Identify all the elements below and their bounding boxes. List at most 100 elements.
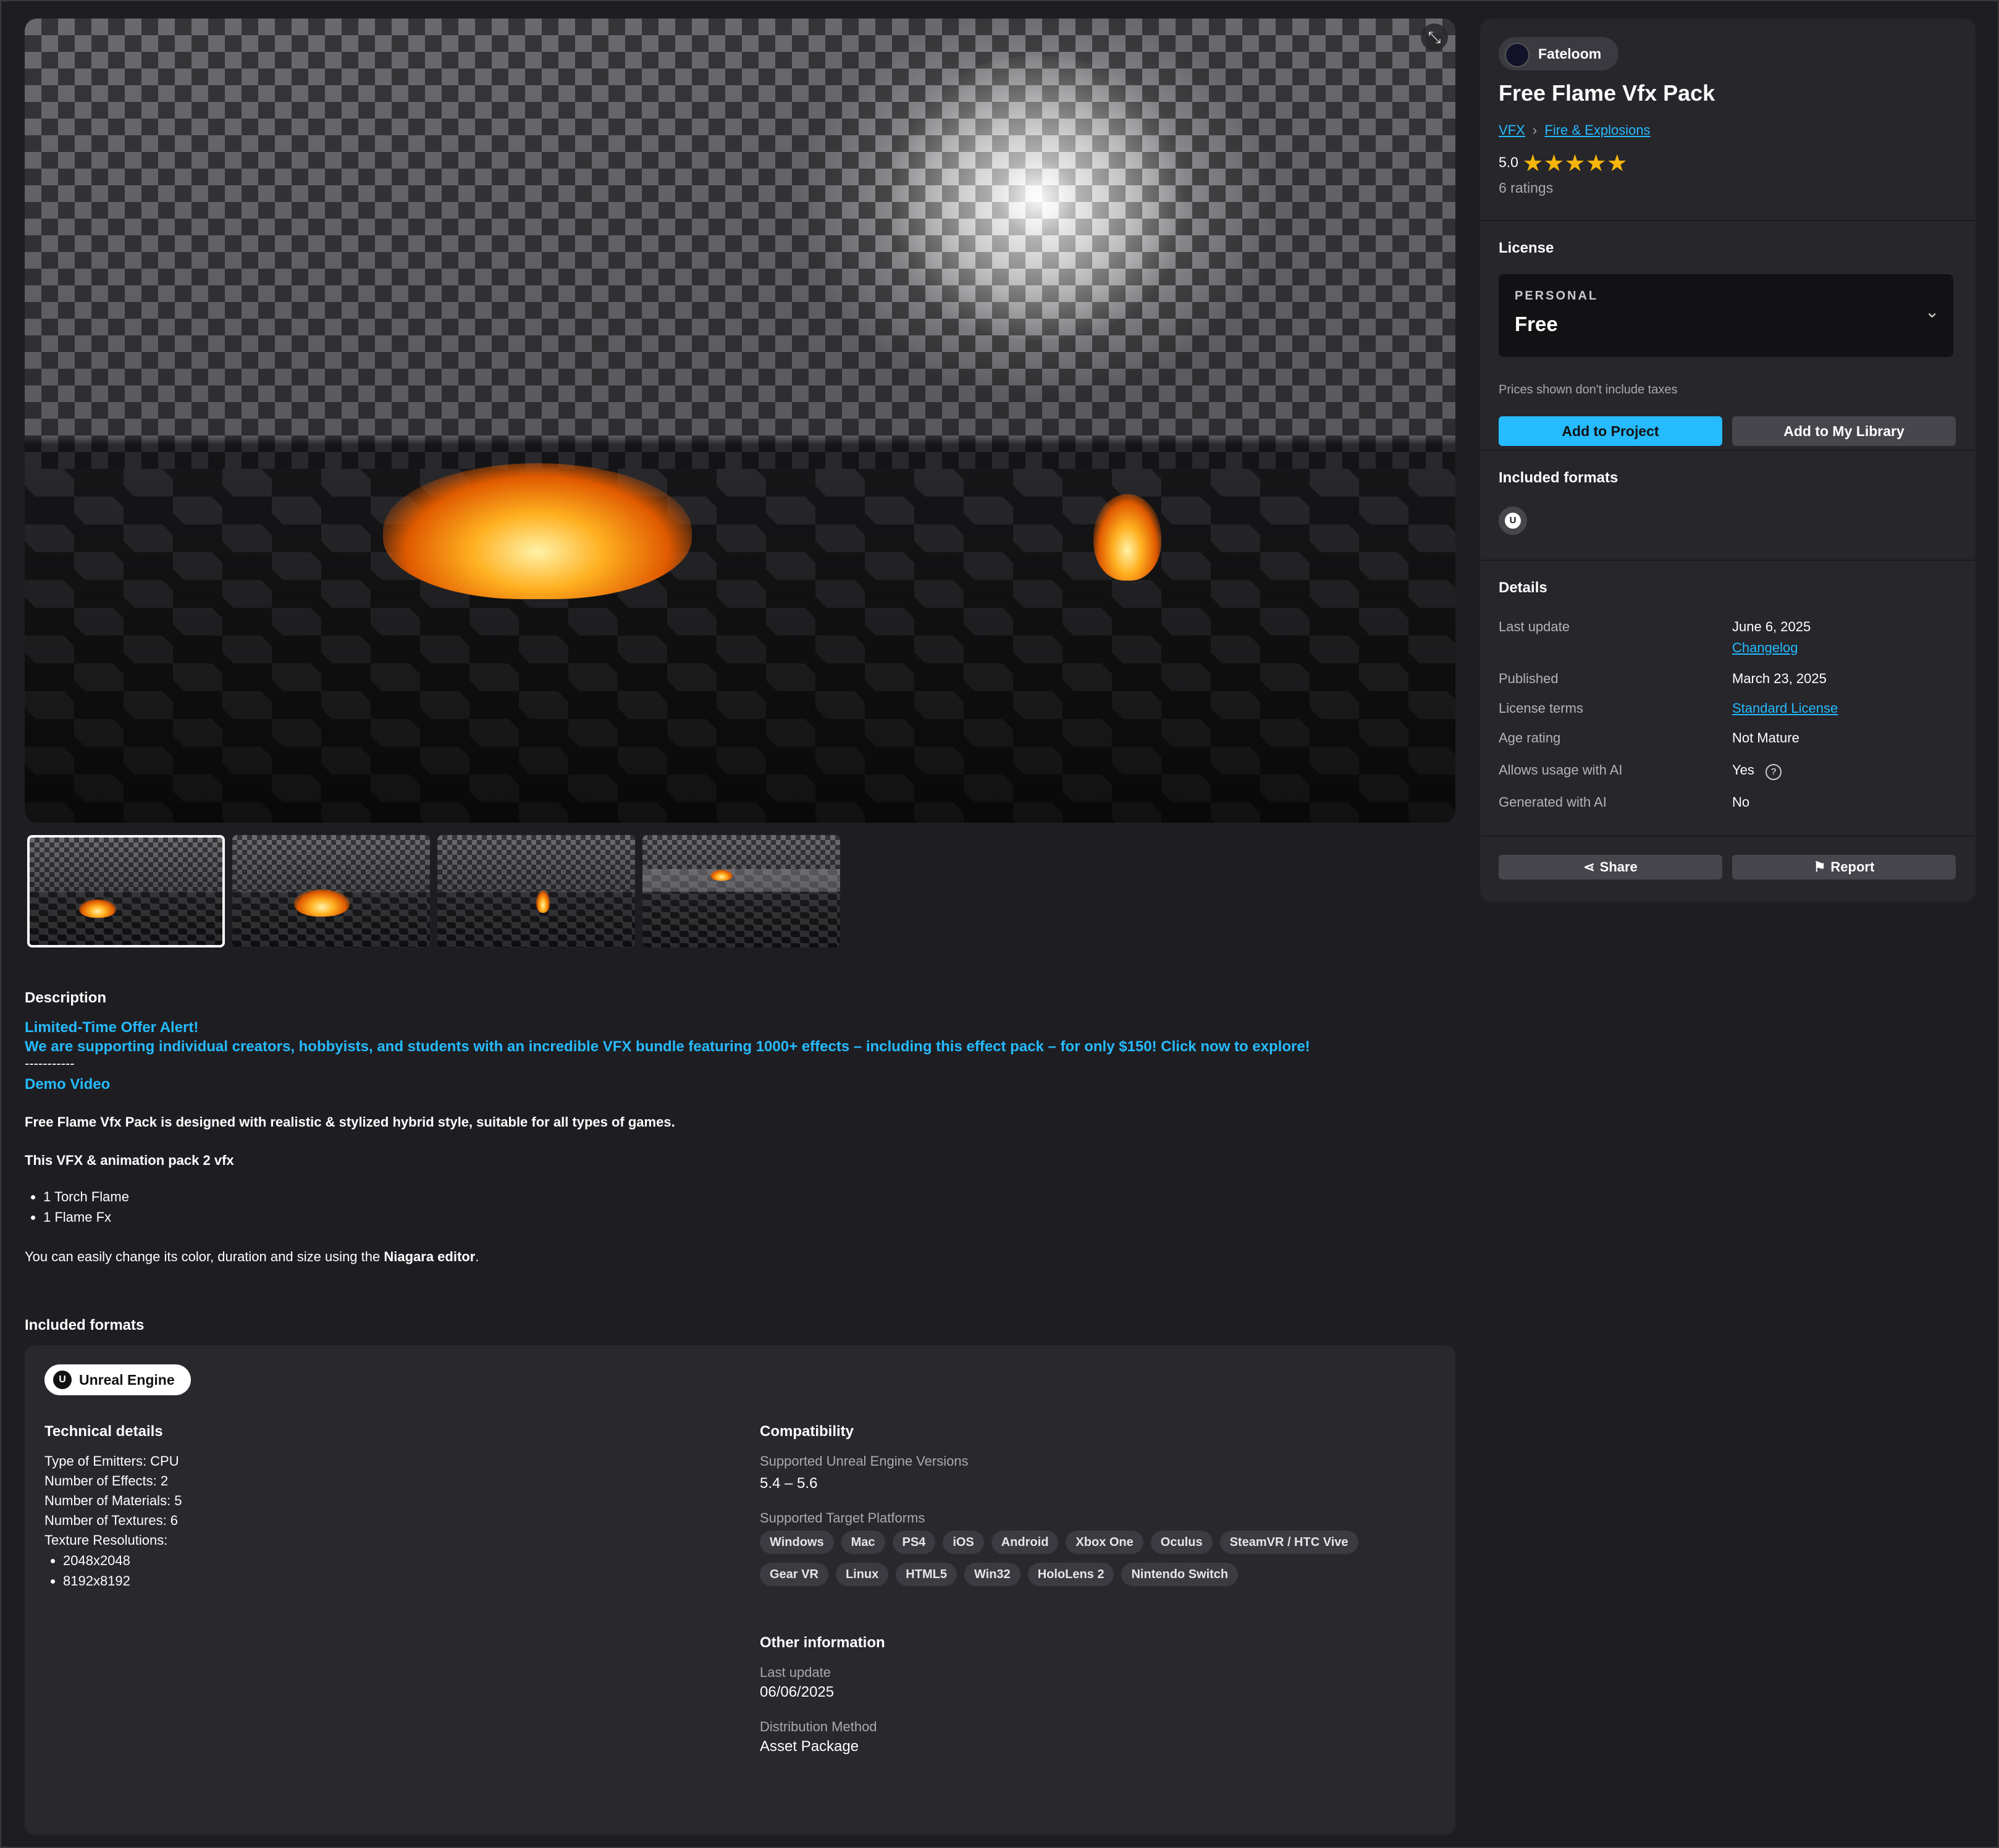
engine-label: Unreal Engine <box>79 1372 175 1388</box>
platform-tag: Oculus <box>1150 1531 1213 1554</box>
changelog-link-text[interactable]: Changelog <box>1732 640 1798 655</box>
thumbnail-wall <box>642 835 840 869</box>
thumbnail-2[interactable] <box>232 835 430 947</box>
thumbnail-3[interactable] <box>437 835 635 947</box>
editor-line: You can easily change its color, duratio… <box>25 1247 1446 1267</box>
compatibility-heading: Compatibility <box>760 1423 854 1440</box>
divider-text: ----------- <box>25 1056 75 1071</box>
detail-value-age-rating: Not Mature <box>1732 730 1799 746</box>
thumbnail-1[interactable] <box>27 835 225 947</box>
detail-label-generated-ai: Generated with AI <box>1499 794 1607 810</box>
side-formats-heading: Included formats <box>1499 469 1618 486</box>
platform-tag: Windows <box>760 1531 834 1554</box>
editor-name: Niagara editor <box>384 1249 476 1264</box>
platform-tag: Mac <box>841 1531 885 1554</box>
tech-line: Type of Emitters: CPU <box>44 1453 179 1469</box>
checker-floor <box>25 469 1455 823</box>
seller-name: Fateloom <box>1538 46 1602 62</box>
tax-note: Prices shown don't include taxes <box>1499 383 1678 397</box>
thumbnail-floor <box>30 891 222 945</box>
unreal-engine-tab[interactable]: U Unreal Engine <box>44 1364 191 1395</box>
thumbnail-4[interactable] <box>642 835 840 947</box>
star-icon: ★ <box>1543 151 1565 177</box>
details-heading: Details <box>1499 579 1547 596</box>
star-icon: ★ <box>1564 151 1586 177</box>
expand-icon[interactable]: ⤡ <box>1421 23 1448 51</box>
ai-usage-value: Yes <box>1732 762 1754 778</box>
offer-text-link[interactable]: We are supporting individual creators, h… <box>25 1037 1446 1056</box>
platform-tag: Linux <box>835 1563 889 1586</box>
thumbnail-wall <box>437 835 635 891</box>
torch-flame-effect <box>1093 494 1161 581</box>
tech-line: Number of Materials: 5 <box>44 1493 182 1508</box>
tech-line: Number of Textures: 6 <box>44 1513 179 1528</box>
product-page: ⤡ Description Limited-Time Offer Alert! … <box>0 0 1999 1848</box>
platform-tag: Android <box>991 1531 1059 1554</box>
detail-value-published: March 23, 2025 <box>1732 671 1827 686</box>
list-item: 8192x8192 <box>63 1571 724 1591</box>
description-heading: Description <box>25 989 107 1006</box>
included-formats-side: Included formats U <box>1480 450 1976 562</box>
detail-label-ai-usage: Allows usage with AI <box>1499 762 1623 778</box>
add-to-library-button[interactable]: Add to My Library <box>1732 416 1956 446</box>
detail-label-last-update: Last update <box>1499 619 1570 634</box>
distribution-value: Asset Package <box>760 1738 859 1755</box>
technical-heading: Technical details <box>44 1423 163 1440</box>
intro-text: Free Flame Vfx Pack is designed with rea… <box>25 1114 675 1130</box>
list-item: 1 Flame Fx <box>43 1207 1446 1227</box>
details-section: Details Last update June 6, 2025 Changel… <box>1480 560 1976 851</box>
detail-label-age-rating: Age rating <box>1499 730 1561 746</box>
platform-tag: HTML5 <box>896 1563 957 1586</box>
versions-value: 5.4 – 5.6 <box>760 1475 818 1492</box>
technical-details: Technical details Type of Emitters: CPU … <box>44 1423 724 1591</box>
license-heading: License <box>1499 240 1554 256</box>
license-select[interactable]: PERSONAL Free ⌄ <box>1499 274 1953 357</box>
help-icon[interactable]: ? <box>1765 764 1782 780</box>
standard-license-link-text[interactable]: Standard License <box>1732 700 1838 716</box>
hero-image[interactable] <box>25 19 1455 823</box>
description-section: Description Limited-Time Offer Alert! We… <box>25 989 1446 1267</box>
unreal-engine-icon: U <box>53 1371 72 1389</box>
thumbnail-wall <box>30 838 222 891</box>
versions-label: Supported Unreal Engine Versions <box>760 1453 969 1469</box>
editor-suffix: . <box>475 1249 479 1264</box>
breadcrumb-fire-explosions[interactable]: Fire & Explosions <box>1544 122 1650 138</box>
share-button[interactable]: ⋖ Share <box>1499 855 1722 880</box>
detail-value-last-update: June 6, 2025 <box>1732 619 1811 634</box>
chevron-right-icon: › <box>1532 122 1538 138</box>
detail-label-published: Published <box>1499 671 1559 686</box>
standard-license-link[interactable]: Standard License <box>1732 700 1838 716</box>
star-icon: ★ <box>1606 151 1628 177</box>
flame-effect <box>383 463 692 599</box>
rating-value: 5.0 <box>1499 154 1518 170</box>
report-button[interactable]: ⚑ Report <box>1732 855 1956 880</box>
offer-title-link[interactable]: Limited-Time Offer Alert! <box>25 1018 1446 1037</box>
rating-block: 5.0 ★★★★★ 6 ratings <box>1499 149 1628 196</box>
platforms-label: Supported Target Platforms <box>760 1510 925 1526</box>
editor-prefix: You can easily change its color, duratio… <box>25 1249 384 1264</box>
platform-tag: Nintendo Switch <box>1121 1563 1239 1586</box>
other-last-update-label: Last update <box>760 1665 831 1680</box>
thumbnail-flame <box>536 891 550 913</box>
platform-tag: HoloLens 2 <box>1027 1563 1114 1586</box>
compatibility-section: Compatibility Supported Unreal Engine Ve… <box>760 1423 1439 1757</box>
changelog-link[interactable]: Changelog <box>1732 640 1798 656</box>
other-last-update-value: 06/06/2025 <box>760 1684 835 1700</box>
resolutions-list: 2048x2048 8192x8192 <box>44 1550 724 1591</box>
breadcrumb-vfx[interactable]: VFX <box>1499 122 1525 138</box>
checker-wall <box>25 19 1455 469</box>
unreal-engine-icon: U <box>1499 506 1527 535</box>
demo-video-link[interactable]: Demo Video <box>25 1075 1446 1094</box>
star-icon: ★ <box>1522 151 1544 177</box>
thumbnail-flame <box>294 889 350 917</box>
seller-avatar <box>1505 43 1530 67</box>
tech-line: Number of Effects: 2 <box>44 1473 169 1489</box>
license-price: Free <box>1515 313 1558 335</box>
platform-tag: Xbox One <box>1066 1531 1143 1554</box>
add-to-project-button[interactable]: Add to Project <box>1499 416 1722 446</box>
ratings-count: 6 ratings <box>1499 180 1554 196</box>
thumbnail-strip <box>27 835 840 950</box>
chevron-down-icon: ⌄ <box>1925 302 1940 321</box>
platforms-row-2: Gear VR Linux HTML5 Win32 HoloLens 2 Nintendo… <box>760 1563 1439 1595</box>
seller-badge[interactable]: Fateloom <box>1499 37 1619 70</box>
